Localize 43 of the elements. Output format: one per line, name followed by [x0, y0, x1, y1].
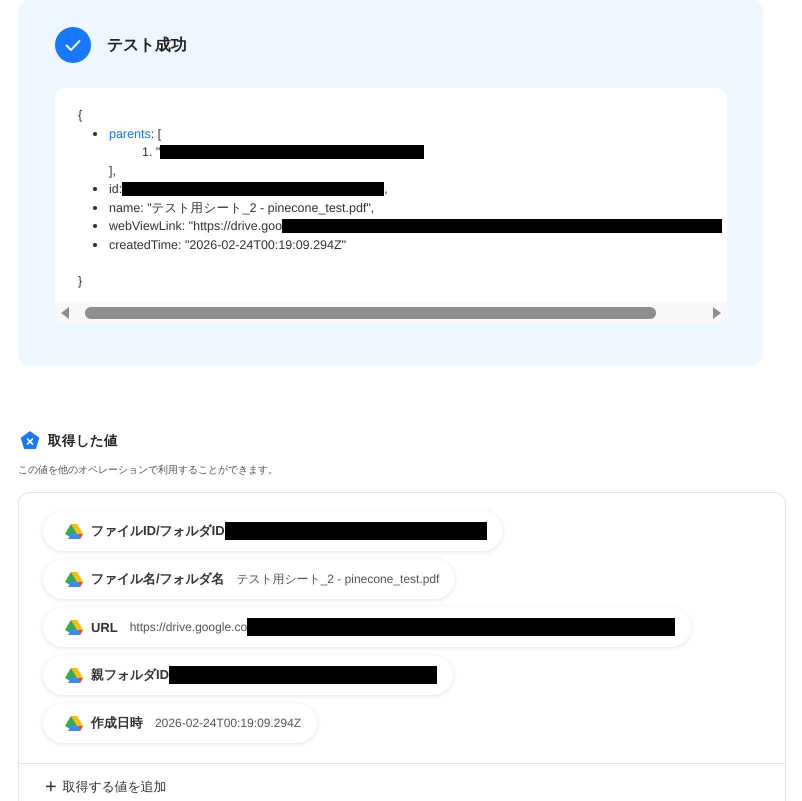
value-label: 作成日時	[91, 714, 143, 732]
code-line: createdTime: "2026-02-24T00:19:09.294Z"	[109, 236, 346, 254]
value-text: 2026-02-24T00:19:09.294Z	[155, 716, 302, 730]
scroll-thumb[interactable]	[85, 306, 656, 318]
code-line: parents: [	[109, 126, 162, 143]
triangle-icon	[65, 571, 83, 587]
code-line: 1. "	[142, 144, 160, 161]
triangle-icon	[65, 619, 83, 635]
code-text: }	[78, 273, 82, 290]
code-text: ],	[109, 162, 116, 180]
checkmark-icon	[55, 27, 91, 63]
code-text: ,	[384, 181, 388, 198]
value-text: https://drive.google.co	[130, 620, 248, 634]
variable-icon	[20, 431, 40, 451]
code-line: name: "テスト用シート_2 - pinecone_test.pdf",	[109, 200, 374, 217]
section-description: この値を他のオペレーションで利用することができます。	[18, 464, 279, 477]
value-chip[interactable]: ファイル名/フォルダ名 テスト用シート_2 - pinecone_test.pdf	[43, 559, 456, 599]
status-title: テスト成功	[107, 36, 187, 56]
add-value-button[interactable]: + 取得する値を追加	[45, 778, 167, 796]
code-line: webViewLink: "https://drive.goo	[109, 218, 282, 235]
code-text: {	[78, 107, 82, 124]
value-label: 親フォルダID	[91, 666, 169, 684]
value-chip[interactable]: URL https://drive.google.co	[43, 607, 692, 647]
value-chip[interactable]: 親フォルダID	[43, 655, 453, 695]
triangle-icon	[65, 523, 83, 539]
bullet-icon	[93, 187, 97, 191]
bullet-icon	[93, 242, 97, 246]
value-chip[interactable]: ファイルID/フォルダID	[43, 511, 503, 551]
bullet-icon	[93, 224, 97, 228]
scroll-left-icon[interactable]	[59, 306, 71, 320]
value-label: ファイルID/フォルダID	[91, 522, 225, 540]
value-label: ファイル名/フォルダ名	[91, 570, 225, 588]
horizontal-scrollbar[interactable]	[55, 302, 727, 323]
bullet-icon	[93, 206, 97, 210]
code-line: id:	[109, 181, 122, 198]
bullet-icon	[93, 132, 97, 136]
value-text: テスト用シート_2 - pinecone_test.pdf	[236, 570, 440, 588]
triangle-icon	[65, 667, 83, 683]
triangle-icon	[65, 715, 83, 731]
section-title: 取得した値	[48, 432, 118, 450]
value-label: URL	[91, 620, 118, 634]
value-chip[interactable]: 作成日時 2026-02-24T00:19:09.294Z	[43, 703, 318, 743]
scroll-right-icon[interactable]	[711, 306, 723, 320]
